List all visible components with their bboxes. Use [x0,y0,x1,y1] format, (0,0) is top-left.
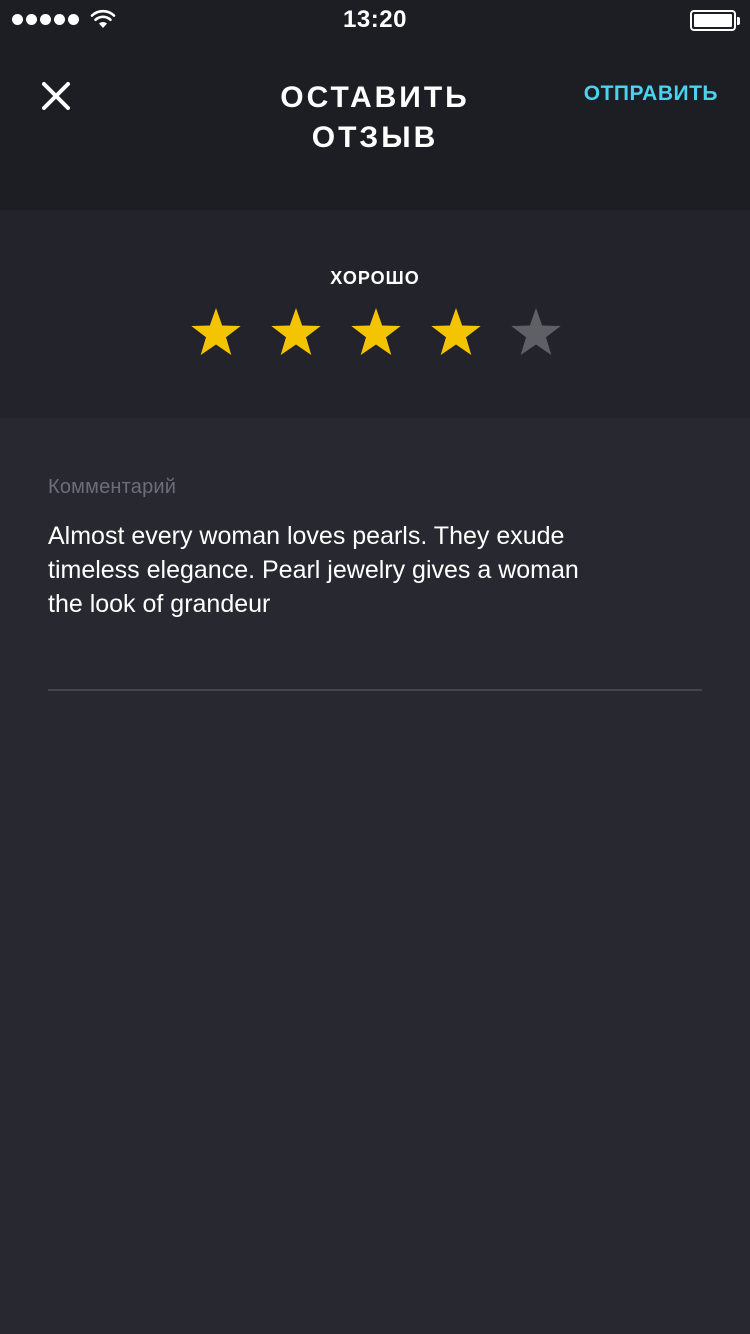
header: 13:20 ОСТАВИТЬ ОТЗЫВ ОТПРАВИТЬ [0,0,750,210]
star-empty-icon[interactable] [508,304,564,360]
battery-icon [690,10,740,31]
star-rating[interactable] [188,304,568,360]
comment-section: Комментарий Almost every woman loves pea… [48,476,702,621]
battery-nub [737,17,740,25]
star-filled-icon[interactable] [428,304,484,360]
battery-fill [694,14,732,27]
page-title-line2: ОТЗЫВ [311,121,439,154]
comment-input[interactable]: Almost every woman loves pearls. They ex… [48,519,648,621]
rating-panel: ХОРОШО [0,210,750,418]
status-bar: 13:20 [0,0,750,40]
page-title: ОСТАВИТЬ ОТЗЫВ [225,78,525,158]
close-icon[interactable] [36,76,76,116]
comment-underline [48,689,702,691]
status-time: 13:20 [343,6,407,33]
star-filled-icon[interactable] [268,304,324,360]
star-filled-icon[interactable] [188,304,244,360]
review-screen: 13:20 ОСТАВИТЬ ОТЗЫВ ОТПРАВИТЬ ХОРОШО Ко… [0,0,750,1334]
page-title-line1: ОСТАВИТЬ [280,81,470,114]
send-button[interactable]: ОТПРАВИТЬ [584,82,718,106]
rating-label: ХОРОШО [330,268,420,288]
star-filled-icon[interactable] [348,304,404,360]
comment-label: Комментарий [48,476,177,498]
